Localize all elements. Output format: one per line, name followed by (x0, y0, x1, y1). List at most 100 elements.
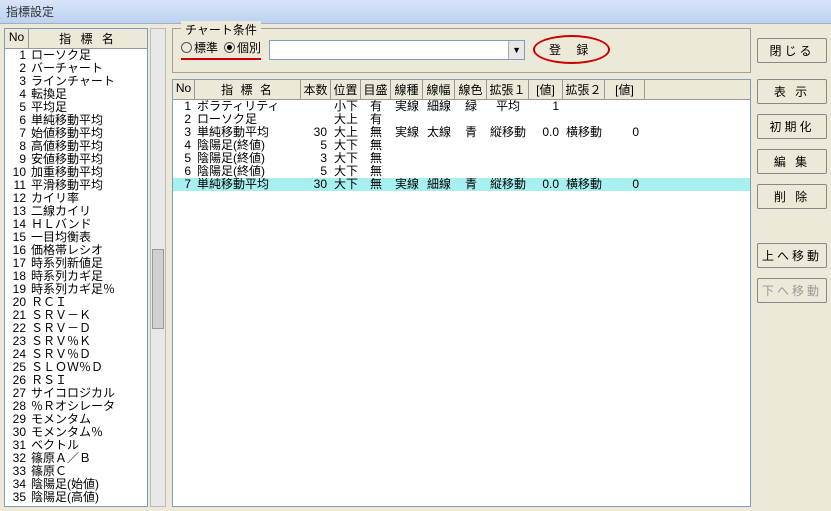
cell-scale: 有 (361, 100, 391, 113)
indicator-listbox[interactable]: No 指 標 名 1ローソク足2バーチャート3ラインチャート4転換足5平均足6単… (4, 28, 148, 507)
th-lc: 線色 (455, 80, 487, 99)
indicator-list-panel: No 指 標 名 1ローソク足2バーチャート3ラインチャート4転換足5平均足6単… (4, 28, 166, 507)
cell-num: 30 (301, 178, 331, 191)
window-title: 指標設定 (0, 0, 831, 24)
indicator-list-scrollbar[interactable] (150, 28, 166, 507)
move-up-button[interactable]: 上へ移動 (757, 243, 827, 268)
chart-condition-group: チャート条件 標準 個別 ▼ (172, 28, 751, 73)
cell-name: 単純移動平均 (195, 178, 301, 191)
cell-pos: 大下 (331, 178, 361, 191)
table-row[interactable]: 3単純移動平均30大上無実線太線青縦移動0.0横移動0 (173, 126, 750, 139)
table-row[interactable]: 5陰陽足(終値)3大下無 (173, 152, 750, 165)
cell-pos: 大上 (331, 126, 361, 139)
th-name: 指 標 名 (195, 80, 301, 99)
cell-lw (423, 139, 455, 152)
col-no-header: No (5, 29, 29, 48)
cell-name: 陰陽足(終値) (195, 139, 301, 152)
cell-ext1 (487, 165, 529, 178)
chart-condition-title: チャート条件 (181, 21, 261, 38)
show-button[interactable]: 表 示 (757, 79, 827, 104)
cell-pos: 小下 (331, 100, 361, 113)
list-item[interactable]: 32篠原Ａ／Ｂ (5, 452, 147, 465)
th-pos: 位置 (331, 80, 361, 99)
cell-name: 単純移動平均 (195, 126, 301, 139)
cell-num (301, 100, 331, 113)
edit-button[interactable]: 編 集 (757, 149, 827, 174)
table-header: No 指 標 名 本数 位置 目盛 線種 線幅 線色 拡張１ [値] 拡張２ [… (173, 80, 750, 100)
th-no: No (173, 80, 195, 99)
cell-ltype (391, 165, 423, 178)
register-button[interactable]: 登 録 (533, 35, 610, 64)
cell-num: 3 (301, 152, 331, 165)
list-item[interactable]: 25ＳＬＯＷ％Ｄ (5, 361, 147, 374)
chevron-down-icon[interactable]: ▼ (508, 41, 524, 59)
condition-dropdown[interactable]: ▼ (269, 40, 525, 60)
cell-val2: 0 (605, 126, 645, 139)
cell-scale: 無 (361, 139, 391, 152)
table-row[interactable]: 4陰陽足(終値)5大下無 (173, 139, 750, 152)
cell-val2 (605, 139, 645, 152)
cell-no: 3 (173, 126, 195, 139)
indicator-list-header: No 指 標 名 (5, 29, 147, 49)
cell-name: ボラティリティ (195, 100, 301, 113)
table-row[interactable]: 7単純移動平均30大下無実線細線青縦移動0.0横移動0 (173, 178, 750, 191)
delete-button[interactable]: 削 除 (757, 184, 827, 209)
list-item-name: 陰陽足(高値) (29, 491, 147, 504)
cell-ltype: 実線 (391, 100, 423, 113)
th-ext2: 拡張２ (563, 80, 605, 99)
cell-pos: 大下 (331, 165, 361, 178)
cell-val1 (529, 113, 563, 126)
cell-ltype (391, 152, 423, 165)
cell-lw: 太線 (423, 126, 455, 139)
cell-ext1 (487, 152, 529, 165)
cell-val1 (529, 139, 563, 152)
cell-val2 (605, 165, 645, 178)
close-button[interactable]: 閉じる (757, 38, 827, 63)
cell-val2 (605, 152, 645, 165)
cell-lc (455, 139, 487, 152)
cell-num (301, 113, 331, 126)
list-item[interactable]: 19時系列カギ足％ (5, 283, 147, 296)
table-row[interactable]: 6陰陽足(終値)5大下無 (173, 165, 750, 178)
list-item[interactable]: 3ラインチャート (5, 75, 147, 88)
main-table[interactable]: No 指 標 名 本数 位置 目盛 線種 線幅 線色 拡張１ [値] 拡張２ [… (172, 79, 751, 507)
cell-pos: 大下 (331, 152, 361, 165)
cell-no: 6 (173, 165, 195, 178)
cell-ext2 (563, 100, 605, 113)
init-button[interactable]: 初期化 (757, 114, 827, 139)
cell-lc: 青 (455, 126, 487, 139)
cell-ext2 (563, 113, 605, 126)
cell-lc (455, 113, 487, 126)
cell-lw: 細線 (423, 178, 455, 191)
cell-ext1: 縦移動 (487, 178, 529, 191)
cell-ext2 (563, 152, 605, 165)
cell-scale: 無 (361, 126, 391, 139)
cell-num: 5 (301, 139, 331, 152)
list-item[interactable]: 4転換足 (5, 88, 147, 101)
radio-individual[interactable]: 個別 (224, 39, 261, 56)
radio-standard[interactable]: 標準 (181, 39, 218, 56)
cell-scale: 無 (361, 165, 391, 178)
cell-name: 陰陽足(終値) (195, 165, 301, 178)
cell-name: 陰陽足(終値) (195, 152, 301, 165)
cell-scale: 無 (361, 152, 391, 165)
table-row[interactable]: 1ボラティリティ小下有実線細線緑平均1 (173, 100, 750, 113)
col-name-header: 指 標 名 (29, 29, 147, 48)
list-item[interactable]: 35陰陽足(高値) (5, 491, 147, 504)
radio-individual-label: 個別 (237, 39, 261, 56)
cell-ext2: 横移動 (563, 178, 605, 191)
cell-ext2 (563, 165, 605, 178)
th-num: 本数 (301, 80, 331, 99)
cell-num: 5 (301, 165, 331, 178)
cell-ltype: 実線 (391, 126, 423, 139)
move-down-button[interactable]: 下へ移動 (757, 278, 827, 303)
cell-ext1: 縦移動 (487, 126, 529, 139)
cell-ext1 (487, 113, 529, 126)
table-row[interactable]: 2ローソク足大上有 (173, 113, 750, 126)
cell-val2: 0 (605, 178, 645, 191)
cell-ext2: 横移動 (563, 126, 605, 139)
th-scale: 目盛 (361, 80, 391, 99)
scrollbar-thumb[interactable] (152, 249, 164, 329)
condition-radio-group: 標準 個別 (181, 39, 261, 60)
cell-scale: 有 (361, 113, 391, 126)
